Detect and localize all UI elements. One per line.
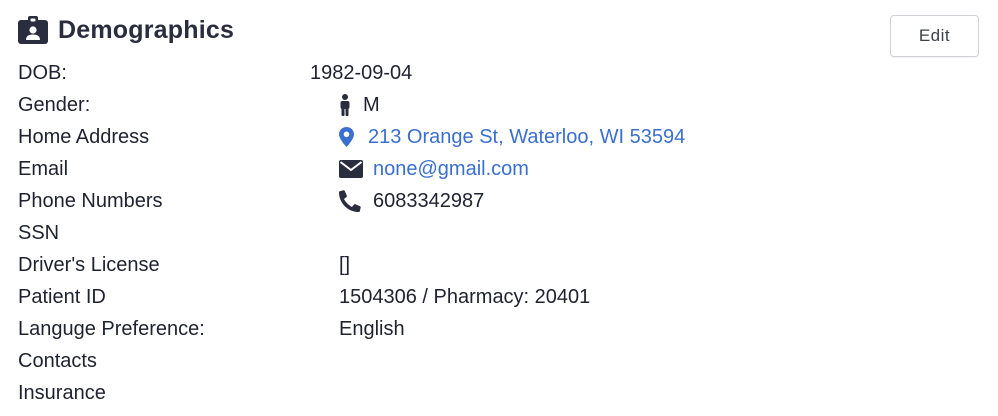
- section-title: Demographics: [58, 15, 235, 44]
- phone-value-group: 6083342987: [339, 190, 484, 213]
- license-row: Driver's License []: [18, 249, 685, 281]
- phone-row: Phone Numbers 6083342987: [18, 185, 685, 217]
- address-row: Home Address 213 Orange St, Waterloo, WI…: [18, 121, 685, 153]
- id-badge-icon: [18, 16, 50, 44]
- address-link[interactable]: 213 Orange St, Waterloo, WI 53594: [368, 126, 685, 149]
- address-label: Home Address: [18, 125, 150, 148]
- patient-id-label: Patient ID: [18, 285, 106, 308]
- email-link[interactable]: none@gmail.com: [373, 158, 529, 181]
- gender-value-group: M: [339, 94, 380, 117]
- language-row: Languge Preference: English: [18, 313, 685, 345]
- insurance-label: Insurance: [18, 381, 106, 404]
- patient-id-value: 1504306 / Pharmacy: 20401: [339, 285, 591, 308]
- address-value-group: 213 Orange St, Waterloo, WI 53594: [339, 126, 685, 149]
- language-label: Languge Preference:: [18, 317, 205, 340]
- phone-label: Phone Numbers: [18, 189, 163, 212]
- email-label: Email: [18, 157, 69, 180]
- contacts-row: Contacts: [18, 345, 685, 377]
- ssn-label: SSN: [18, 221, 60, 244]
- language-value: English: [339, 317, 405, 340]
- dob-value: 1982-09-04: [310, 61, 413, 84]
- email-value-group: none@gmail.com: [339, 158, 529, 181]
- phone-value: 6083342987: [373, 189, 485, 212]
- contacts-label: Contacts: [18, 349, 97, 372]
- dob-row: DOB: 1982-09-04: [18, 57, 685, 89]
- license-label: Driver's License: [18, 253, 160, 276]
- gender-label: Gender:: [18, 93, 91, 116]
- patient-id-row: Patient ID 1504306 / Pharmacy: 20401: [18, 281, 685, 313]
- edit-button[interactable]: Edit: [890, 15, 979, 57]
- gender-row: Gender: M: [18, 89, 685, 121]
- phone-icon: [339, 190, 373, 212]
- envelope-icon: [339, 158, 373, 180]
- insurance-row: Insurance: [18, 377, 685, 409]
- male-icon: [339, 94, 363, 116]
- demographics-list: DOB: 1982-09-04 Gender: M Home Address 2…: [18, 57, 685, 409]
- email-row: Email none@gmail.com: [18, 153, 685, 185]
- license-value: []: [339, 253, 351, 276]
- map-marker-icon: [339, 126, 368, 148]
- section-header: Demographics: [18, 12, 234, 48]
- gender-value: M: [363, 93, 380, 116]
- dob-label: DOB:: [18, 61, 67, 84]
- ssn-row: SSN: [18, 217, 685, 249]
